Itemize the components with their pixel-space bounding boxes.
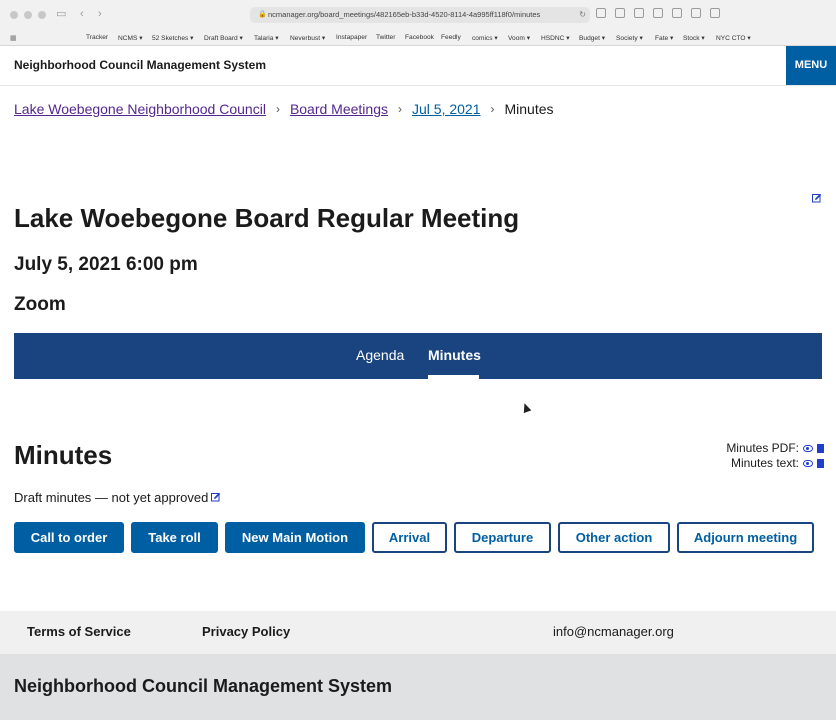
lock-icon: 🔒 [258,11,267,18]
mouse-cursor-icon [520,401,532,414]
edit-meeting-icon[interactable] [812,190,822,203]
tab-minutes[interactable]: Minutes [428,347,481,363]
bookmark-item[interactable]: Draft Board ▾ [204,34,243,42]
bookmark-item[interactable]: HSDNC ▾ [541,34,570,42]
url-text: ncmanager.org/board_meetings/482165eb-b3… [268,10,541,19]
bookmarks-bar: ▦ Tracker NCMS ▾ 52 Sketches ▾ Draft Board … [0,32,836,44]
footer-site-name: Neighborhood Council Management System [14,676,393,696]
window-controls [10,11,46,19]
view-text-eye-icon[interactable] [803,460,813,467]
meeting-datetime: July 5, 2021 6:00 pm [14,254,198,275]
minimize-window-button[interactable] [24,11,32,19]
breadcrumb-separator: › [398,102,402,116]
bookmark-item[interactable]: Voom ▾ [508,34,530,42]
tab-overview-icon[interactable] [710,8,720,18]
bookmark-item[interactable]: Feedly [441,34,461,41]
footer-nav: Terms of Service Privacy Policy info@ncm… [0,611,836,654]
privacy-icon[interactable] [615,8,625,18]
contact-email-link[interactable]: info@ncmanager.org [553,624,674,639]
other-action-button[interactable]: Other action [558,522,670,553]
bookmark-item[interactable]: Talaria ▾ [254,34,279,42]
bookmark-item[interactable]: NYC CTO ▾ [716,34,751,42]
sidebar-icon[interactable]: ▭ [56,7,66,21]
take-roll-button[interactable]: Take roll [131,522,218,553]
arrival-button[interactable]: Arrival [372,522,447,553]
call-to-order-button[interactable]: Call to order [14,522,124,553]
bookmark-item[interactable]: Neverbust ▾ [290,34,325,42]
breadcrumb-current: Minutes [504,101,554,117]
adjourn-meeting-button[interactable]: Adjourn meeting [677,522,814,553]
new-main-motion-button[interactable]: New Main Motion [225,522,365,553]
reload-icon[interactable]: ↻ [579,7,586,23]
bookmark-item[interactable]: 52 Sketches ▾ [152,34,193,42]
share-icon[interactable] [672,8,682,18]
meeting-location: Zoom [14,294,66,315]
back-icon[interactable]: ‹ [80,7,84,21]
breadcrumb-meetings-link[interactable]: Board Meetings [290,101,388,117]
zoom-window-button[interactable] [38,11,46,19]
bookmark-item[interactable]: Fate ▾ [655,34,673,42]
forward-icon[interactable]: › [98,7,102,21]
active-tab-indicator [428,375,479,379]
minutes-status: Draft minutes — not yet approved [14,490,221,505]
grid-icon[interactable]: ▦ [10,34,17,42]
breadcrumb-separator: › [490,102,495,116]
reader-icon[interactable] [634,8,644,18]
footer-identity: Neighborhood Council Management System [0,654,836,720]
breadcrumb-date-link[interactable]: Jul 5, 2021 [412,101,481,117]
bookmark-item[interactable]: Tracker [86,34,108,41]
extension-icon[interactable] [653,8,663,18]
meeting-title: Lake Woebegone Board Regular Meeting [14,203,520,233]
new-tab-icon[interactable] [691,8,701,18]
meeting-tabs: Agenda Minutes [14,333,822,379]
breadcrumb-separator: › [275,102,280,116]
site-title[interactable]: Neighborhood Council Management System [14,58,266,72]
site-header: Neighborhood Council Management System M… [0,46,836,86]
bookmark-item[interactable]: Twitter [376,34,395,41]
download-pdf-file-icon[interactable] [817,444,824,453]
minutes-heading: Minutes [14,440,113,470]
minutes-text-label: Minutes text: [730,456,799,470]
departure-button[interactable]: Departure [454,522,551,553]
minutes-pdf-row: Minutes PDF: [726,441,824,456]
bookmark-item[interactable]: Stock ▾ [683,34,705,42]
download-icon[interactable] [596,8,606,18]
breadcrumb: Lake Woebegone Neighborhood Council › Bo… [14,101,554,117]
address-bar[interactable]: 🔒 ncmanager.org/board_meetings/482165eb-… [250,7,590,23]
minutes-pdf-label: Minutes PDF: [726,441,799,455]
bookmark-item[interactable]: Budget ▾ [579,34,605,42]
menu-button[interactable]: MENU [786,46,836,85]
breadcrumb-council-link[interactable]: Lake Woebegone Neighborhood Council [14,101,266,117]
bookmark-item[interactable]: comics ▾ [472,34,498,42]
minutes-status-text: Draft minutes — not yet approved [14,490,209,505]
bookmark-item[interactable]: Facebook [405,34,434,41]
browser-chrome: ▭ ‹ › 🔒 ncmanager.org/board_meetings/482… [0,0,836,46]
minutes-downloads: Minutes PDF: Minutes text: [726,441,824,471]
terms-of-service-link[interactable]: Terms of Service [27,624,131,639]
minutes-text-row: Minutes text: [726,456,824,471]
privacy-policy-link[interactable]: Privacy Policy [202,624,290,639]
download-text-file-icon[interactable] [817,459,824,468]
toolbar-icons [596,8,720,18]
edit-minutes-icon[interactable] [211,490,221,505]
bookmark-item[interactable]: NCMS ▾ [118,34,143,42]
tab-agenda[interactable]: Agenda [356,347,404,363]
bookmark-item[interactable]: Instapaper [336,34,367,41]
minutes-actions: Call to order Take roll New Main Motion … [14,522,814,553]
view-pdf-eye-icon[interactable] [803,445,813,452]
bookmark-item[interactable]: Society ▾ [616,34,643,42]
close-window-button[interactable] [10,11,18,19]
